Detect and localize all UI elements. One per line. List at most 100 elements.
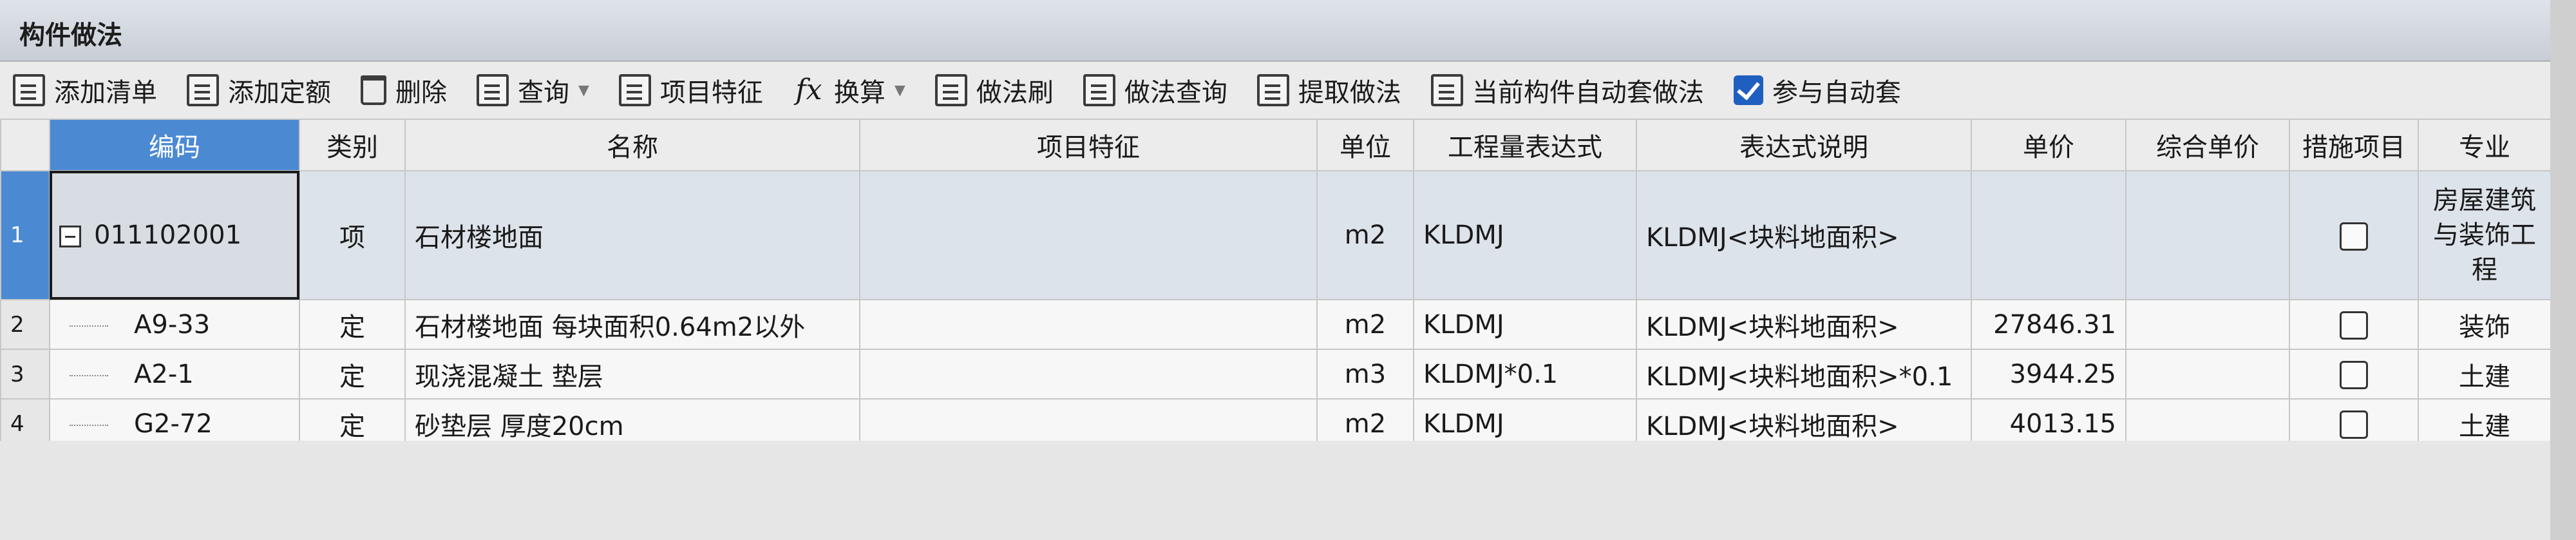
cell-total-price[interactable]	[2125, 349, 2290, 400]
col-expr[interactable]: 工程量表达式	[1413, 119, 1637, 171]
convert-button[interactable]: fx 换算 ▼	[793, 68, 905, 113]
col-unit[interactable]: 单位	[1316, 119, 1414, 171]
chevron-down-icon[interactable]: ▼	[578, 82, 589, 99]
measure-checkbox[interactable]	[2340, 410, 2368, 439]
col-major[interactable]: 专业	[2418, 119, 2552, 171]
cell-total-price[interactable]	[2125, 170, 2290, 300]
cell-category[interactable]: 定	[299, 299, 406, 350]
cell-name[interactable]: 现浇混凝土 垫层	[404, 349, 860, 400]
cell-code[interactable]: A2-1	[49, 349, 300, 400]
method-table: 编码 类别 名称 项目特征 单位 工程量表达式 表达式说明 单价 综合单价 措施…	[0, 119, 2552, 449]
method-panel: 构件做法 添加清单 添加定额 删除 查询 ▼ 项目特征 fx 换算 ▼ 做法刷 …	[0, 0, 2552, 540]
cell-major[interactable]: 装饰	[2418, 299, 2552, 350]
col-total-price[interactable]: 综合单价	[2125, 119, 2290, 171]
cell-expr-desc[interactable]: KLDMJ<块料地面积>	[1636, 299, 1972, 350]
measure-checkbox[interactable]	[2340, 311, 2368, 340]
code-text: G2-72	[134, 409, 213, 439]
panel-titlebar: 构件做法	[0, 0, 2550, 62]
add-quota-button[interactable]: 添加定额	[187, 68, 331, 113]
item-feature-label: 项目特征	[659, 78, 763, 108]
cell-measure[interactable]	[2289, 299, 2419, 350]
col-code[interactable]: 编码	[49, 119, 300, 171]
corner-cell[interactable]	[0, 119, 50, 171]
method-brush-label: 做法刷	[976, 78, 1054, 108]
tree-line	[70, 325, 108, 327]
cell-expr-desc[interactable]: KLDMJ<块料地面积>*0.1	[1636, 349, 1972, 400]
empty-grid-area	[0, 441, 2550, 540]
col-expr-desc[interactable]: 表达式说明	[1636, 119, 1972, 171]
tree-line	[70, 424, 108, 426]
row-number[interactable]: 1	[0, 170, 50, 300]
tree-line	[70, 374, 108, 376]
cell-price[interactable]	[1971, 170, 2126, 300]
method-query-button[interactable]: 做法查询	[1083, 68, 1227, 113]
cell-name[interactable]: 石材楼地面	[404, 170, 860, 300]
delete-button[interactable]: 删除	[361, 68, 447, 113]
cell-expr[interactable]: KLDMJ*0.1	[1413, 349, 1637, 400]
cell-feature[interactable]	[859, 170, 1318, 300]
panel-title: 构件做法	[19, 21, 122, 50]
col-feature[interactable]: 项目特征	[859, 119, 1318, 171]
measure-checkbox[interactable]	[2340, 361, 2368, 389]
delete-label: 删除	[395, 78, 447, 108]
toolbar: 添加清单 添加定额 删除 查询 ▼ 项目特征 fx 换算 ▼ 做法刷 做法查询 …	[0, 62, 2550, 119]
auto-apply-current-label: 当前构件自动套做法	[1472, 78, 1704, 108]
cell-name[interactable]: 石材楼地面 每块面积0.64m2以外	[404, 299, 860, 350]
chevron-down-icon[interactable]: ▼	[895, 82, 905, 99]
cell-unit[interactable]: m2	[1316, 170, 1414, 300]
table-row[interactable]: 2 A9-33 定 石材楼地面 每块面积0.64m2以外 m2 KLDMJ KL…	[0, 299, 2552, 350]
extract-method-label: 提取做法	[1298, 78, 1401, 108]
code-text: A2-1	[134, 359, 194, 389]
cell-category[interactable]: 项	[299, 170, 406, 300]
cell-major[interactable]: 房屋建筑与装饰工程	[2418, 170, 2552, 300]
cell-code[interactable]: A9-33	[49, 299, 300, 350]
measure-checkbox[interactable]	[2340, 222, 2368, 251]
cell-unit[interactable]: m2	[1316, 299, 1414, 350]
auto-apply-current-button[interactable]: 当前构件自动套做法	[1430, 68, 1704, 113]
cell-code[interactable]: 011102001	[49, 170, 300, 300]
extract-icon	[1256, 74, 1289, 106]
item-feature-icon	[618, 74, 651, 106]
col-measure[interactable]: 措施项目	[2289, 119, 2419, 171]
brush-icon	[934, 74, 967, 106]
col-price[interactable]: 单价	[1971, 119, 2126, 171]
table-row[interactable]: 1 011102001 项 石材楼地面 m2 KLDMJ KLDMJ<块料地面积…	[0, 170, 2552, 300]
cell-total-price[interactable]	[2125, 299, 2290, 350]
add-quota-icon	[187, 74, 219, 106]
code-text: A9-33	[134, 309, 211, 340]
cell-major[interactable]: 土建	[2418, 349, 2552, 400]
cell-expr[interactable]: KLDMJ	[1413, 170, 1637, 300]
method-query-icon	[1083, 74, 1115, 106]
trash-icon	[361, 75, 386, 105]
col-name[interactable]: 名称	[404, 119, 860, 171]
cell-price[interactable]: 27846.31	[1971, 299, 2126, 350]
cell-expr-desc[interactable]: KLDMJ<块料地面积>	[1636, 170, 1972, 300]
cell-measure[interactable]	[2289, 349, 2419, 400]
table-row[interactable]: 3 A2-1 定 现浇混凝土 垫层 m3 KLDMJ*0.1 KLDMJ<块料地…	[0, 349, 2552, 400]
cell-price[interactable]: 3944.25	[1971, 349, 2126, 400]
participate-auto-toggle[interactable]: 参与自动套	[1733, 68, 1901, 113]
row-number[interactable]: 2	[0, 299, 50, 350]
row-number[interactable]: 3	[0, 349, 50, 400]
cell-feature[interactable]	[859, 299, 1318, 350]
collapse-icon[interactable]	[59, 226, 81, 247]
query-button[interactable]: 查询 ▼	[477, 68, 589, 113]
cell-category[interactable]: 定	[299, 349, 406, 400]
method-brush-button[interactable]: 做法刷	[934, 68, 1054, 113]
cell-unit[interactable]: m3	[1316, 349, 1414, 400]
col-category[interactable]: 类别	[299, 119, 406, 171]
extract-method-button[interactable]: 提取做法	[1256, 68, 1401, 113]
table-header: 编码 类别 名称 项目特征 单位 工程量表达式 表达式说明 单价 综合单价 措施…	[0, 119, 2552, 171]
cell-measure[interactable]	[2289, 170, 2419, 300]
auto-apply-icon	[1430, 74, 1463, 106]
add-list-button[interactable]: 添加清单	[13, 68, 157, 113]
item-feature-button[interactable]: 项目特征	[618, 68, 763, 113]
cell-feature[interactable]	[859, 349, 1318, 400]
right-edge-strip	[2550, 0, 2576, 540]
convert-label: 换算	[833, 78, 886, 108]
add-list-label: 添加清单	[54, 78, 157, 108]
checkbox-checked-icon[interactable]	[1733, 75, 1763, 105]
cell-expr[interactable]: KLDMJ	[1413, 299, 1637, 350]
add-quota-label: 添加定额	[228, 78, 331, 108]
method-query-label: 做法查询	[1124, 78, 1227, 108]
